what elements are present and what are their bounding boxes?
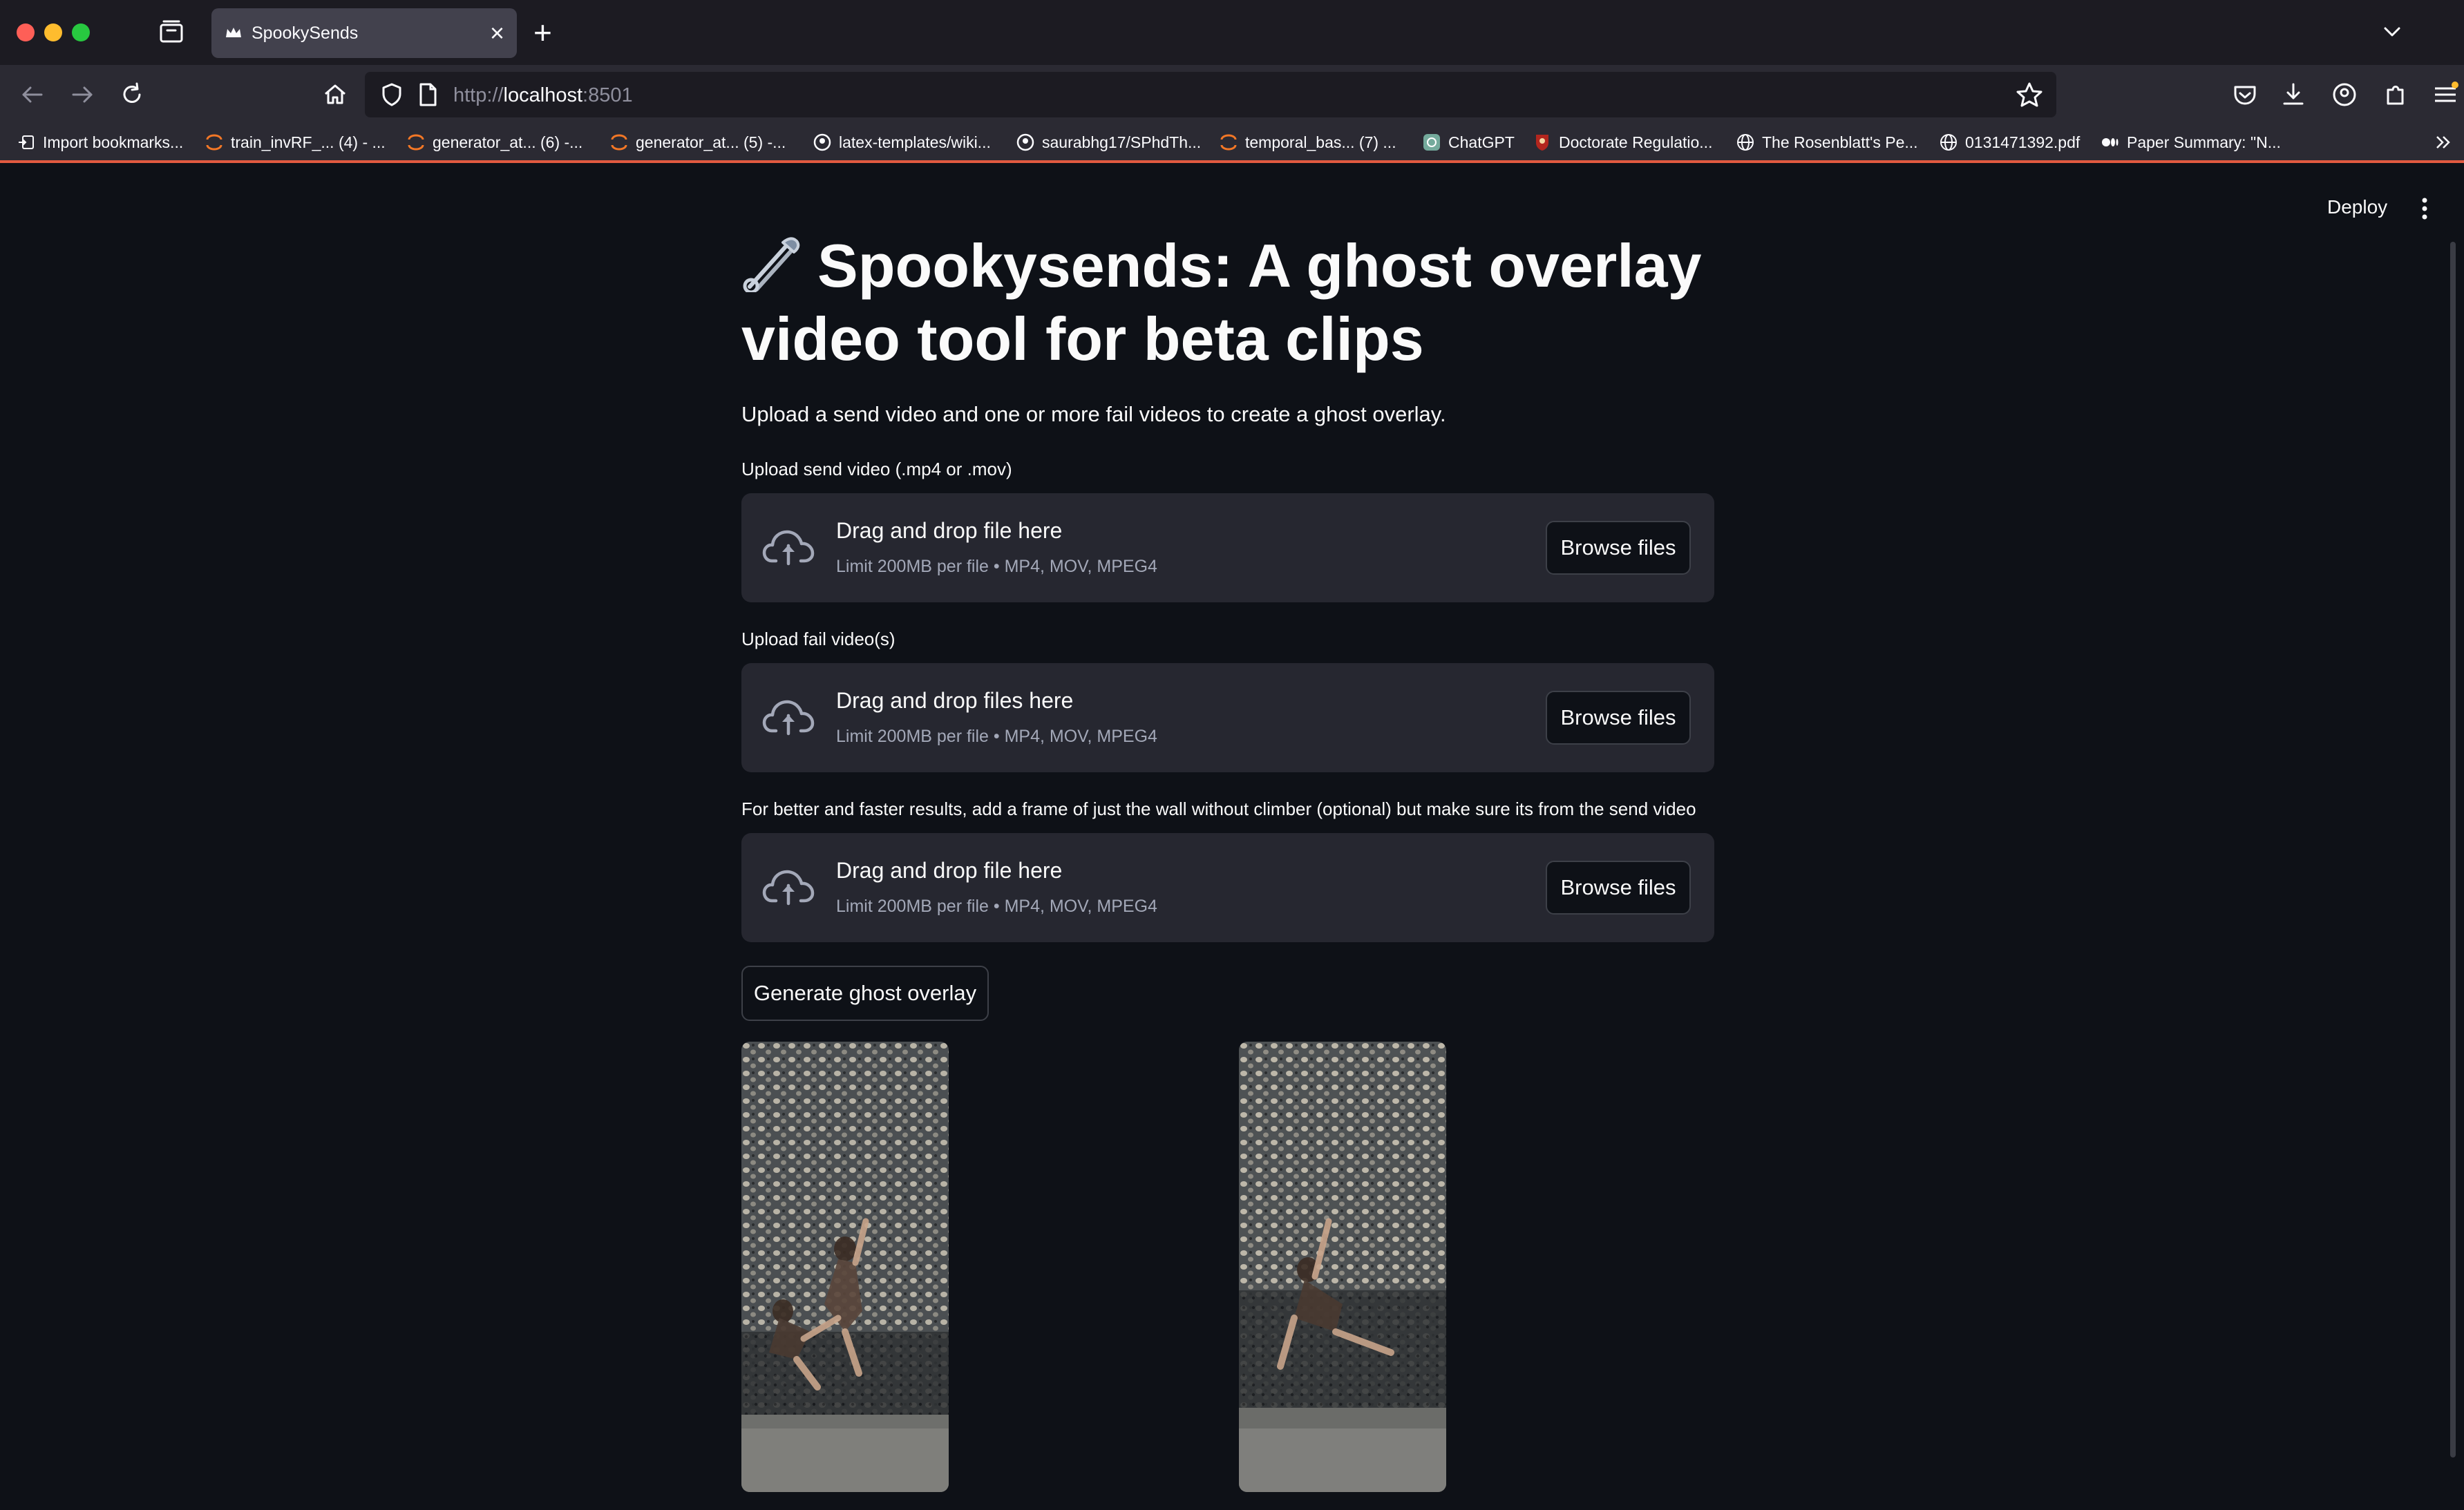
new-tab-icon[interactable]: +	[533, 15, 552, 50]
bookmark-item[interactable]: train_invRF_... (4) - ...	[205, 130, 386, 155]
forward-arrow-icon[interactable]	[66, 79, 98, 111]
scrollbar[interactable]	[2450, 242, 2456, 1458]
bookmark-item[interactable]: latex-templates/wiki...	[813, 130, 991, 155]
window-zoom-button[interactable]	[72, 23, 90, 41]
browse-files-button[interactable]: Browse files	[1546, 521, 1691, 575]
browser-tab-active[interactable]: SpookySends ×	[211, 8, 517, 58]
bookmark-item[interactable]: generator_at... (5) -...	[609, 130, 786, 155]
download-icon[interactable]	[2277, 79, 2309, 111]
bookmark-item[interactable]: Import bookmarks...	[17, 130, 183, 155]
crest-icon	[1536, 135, 1548, 151]
bookmark-item[interactable]: Paper Summary: "N...	[2101, 130, 2281, 155]
tab-title: SpookySends	[252, 23, 359, 43]
window-minimize-button[interactable]	[44, 23, 62, 41]
jupyter-icon	[611, 134, 627, 151]
account-icon[interactable]	[2329, 79, 2360, 111]
send-video-preview[interactable]	[741, 1042, 949, 1492]
home-icon[interactable]	[319, 79, 351, 111]
browse-files-button[interactable]: Browse files	[1546, 691, 1691, 745]
dropzone-instruction: Drag and drop file here	[836, 518, 1063, 543]
safety-pin-icon	[743, 237, 800, 292]
fail-videos-label: Upload fail video(s)	[741, 629, 895, 649]
fail-video-preview[interactable]	[1239, 1042, 1446, 1492]
jupyter-icon	[1220, 134, 1237, 151]
chevron-down-icon[interactable]	[2378, 18, 2406, 46]
streamlit-crown-icon	[226, 28, 241, 37]
wall-frame-label: For better and faster results, add a fra…	[741, 799, 1696, 819]
globe-icon	[1737, 134, 1754, 151]
browse-files-button[interactable]: Browse files	[1546, 861, 1691, 915]
page-description: Upload a send video and one or more fail…	[741, 402, 1446, 426]
extensions-icon[interactable]	[2380, 79, 2411, 111]
import-icon	[19, 135, 34, 149]
main-menu-icon[interactable]	[2414, 195, 2435, 222]
page-title: Spookysends: A ghost overlay video tool f…	[741, 231, 1702, 373]
jupyter-icon	[408, 134, 424, 151]
dropzone-limit-text: Limit 200MB per file • MP4, MOV, MPEG4	[836, 557, 1157, 576]
cloud-upload-icon	[762, 530, 815, 566]
bookmark-item[interactable]: Doctorate Regulatio...	[1533, 130, 1712, 155]
reload-icon[interactable]	[116, 79, 148, 111]
app-menu-icon[interactable]	[2429, 79, 2461, 111]
bookmark-item[interactable]: temporal_bas... (7) ...	[1219, 130, 1396, 155]
bookmark-item[interactable]: generator_at... (6) -...	[406, 130, 582, 155]
send-video-label: Upload send video (.mp4 or .mov)	[741, 459, 1012, 479]
bookmark-item[interactable]: The Rosenblatt's Pe...	[1736, 130, 1918, 155]
url-text: http://localhost:8501	[453, 84, 633, 106]
address-bar[interactable]: http://localhost:8501	[365, 72, 2056, 117]
dropzone-limit-text: Limit 200MB per file • MP4, MOV, MPEG4	[836, 727, 1157, 746]
bookmark-item[interactable]: 0131471392.pdf	[1939, 130, 2080, 155]
window-close-button[interactable]	[17, 23, 35, 41]
app-viewport: Deploy Spookysends: A ghost overlay video…	[0, 163, 2464, 1510]
jupyter-icon	[206, 134, 222, 151]
send-video-dropzone[interactable]: Drag and drop file here Limit 200MB per …	[741, 493, 1714, 602]
bookmark-star-icon[interactable]	[2015, 80, 2044, 109]
generate-ghost-overlay-button[interactable]: Generate ghost overlay	[741, 966, 989, 1021]
browser-tab-strip: SpookySends × +	[0, 0, 2464, 65]
shield-icon[interactable]	[379, 82, 405, 108]
globe-icon	[1940, 134, 1957, 151]
chevron-double-right-icon[interactable]	[2432, 131, 2454, 153]
bookmarks-toolbar: Import bookmarks... train_invRF_... (4) …	[0, 124, 2464, 163]
cloud-upload-icon	[762, 700, 815, 736]
fail-videos-dropzone[interactable]: Drag and drop files here Limit 200MB per…	[741, 663, 1714, 772]
deploy-button[interactable]: Deploy	[2327, 196, 2387, 218]
github-icon	[813, 133, 831, 151]
back-arrow-icon[interactable]	[17, 79, 48, 111]
bookmark-item[interactable]: ChatGPT	[1422, 130, 1515, 155]
cloud-upload-icon	[762, 870, 815, 906]
pocket-icon[interactable]	[2229, 79, 2261, 111]
bookmark-item[interactable]: saurabhg17/SPhdTh...	[1016, 130, 1201, 155]
close-tab-icon[interactable]: ×	[490, 19, 504, 47]
chatgpt-icon	[1423, 134, 1440, 151]
page-info-icon[interactable]	[416, 82, 439, 108]
dropzone-instruction: Drag and drop file here	[836, 858, 1063, 883]
browser-toolbar: http://localhost:8501	[0, 65, 2464, 124]
medium-icon	[2102, 138, 2119, 146]
tab-overview-icon[interactable]	[158, 18, 185, 46]
wall-frame-dropzone[interactable]: Drag and drop file here Limit 200MB per …	[741, 833, 1714, 942]
github-icon	[1016, 133, 1034, 151]
dropzone-instruction: Drag and drop files here	[836, 688, 1074, 713]
dropzone-limit-text: Limit 200MB per file • MP4, MOV, MPEG4	[836, 897, 1157, 916]
